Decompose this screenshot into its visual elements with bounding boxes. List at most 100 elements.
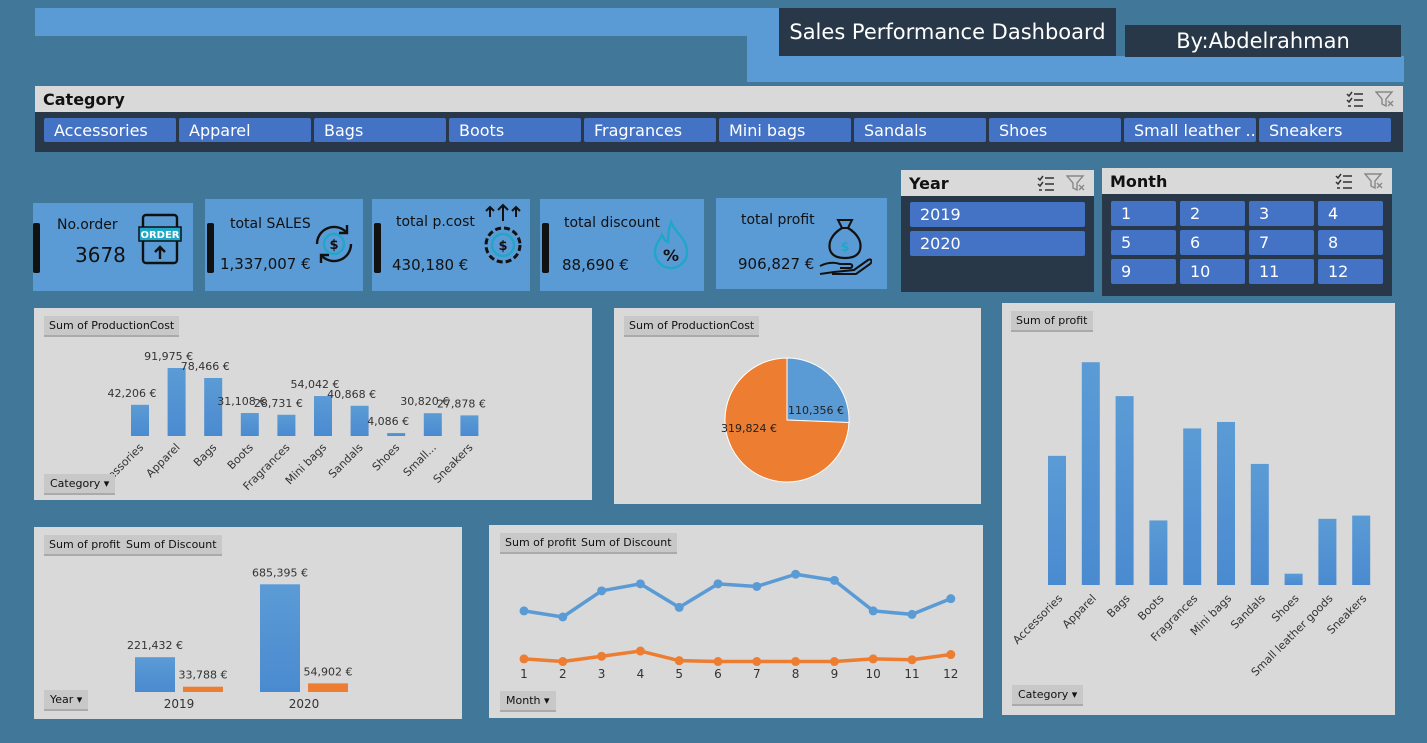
bar [1352, 515, 1371, 585]
category-button-3[interactable]: Boots [449, 118, 581, 142]
month-button-4[interactable]: 4 [1318, 201, 1383, 226]
clear-filter-icon[interactable] [1066, 174, 1086, 192]
data-point [674, 602, 684, 612]
month-button-1[interactable]: 1 [1111, 201, 1176, 226]
data-point [519, 654, 529, 664]
pcost-pie-svg: 110,356 € 319,824 € [721, 357, 850, 483]
month-slicer: Month 1 2 3 4 5 6 7 8 9 10 11 12 [1102, 168, 1392, 296]
multi-select-icon[interactable] [1334, 172, 1354, 190]
month-button-6[interactable]: 6 [1180, 230, 1245, 255]
tick-label: 10 [866, 667, 881, 681]
tick-label: Sandals [1228, 592, 1268, 632]
tick-label: 2 [559, 667, 567, 681]
tick-label: Apparel [144, 441, 183, 480]
series-line [523, 649, 952, 664]
month-button-2[interactable]: 2 [1180, 201, 1245, 226]
year-button-2019[interactable]: 2019 [910, 202, 1085, 227]
kpi-profit-label: total profit [741, 212, 815, 228]
year-axis-button[interactable]: Year ▾ [44, 690, 89, 711]
bar [1183, 428, 1202, 585]
category-axis-button[interactable]: Category ▾ [44, 474, 116, 495]
bar [460, 415, 479, 436]
bar [1217, 421, 1235, 585]
pcost-category-svg: 42,206 €Accessories91,975 €Apparel78,466… [91, 350, 486, 496]
month-button-12[interactable]: 12 [1318, 259, 1383, 284]
category-button-6[interactable]: Sandals [854, 118, 986, 142]
header-band [35, 8, 779, 36]
month-slicer-title: Month [1110, 171, 1168, 191]
month-button-7[interactable]: 7 [1249, 230, 1314, 255]
category-button-7[interactable]: Shoes [989, 118, 1121, 142]
clear-filter-icon[interactable] [1364, 172, 1384, 190]
category-button-4[interactable]: Fragrances [584, 118, 716, 142]
month-button-10[interactable]: 10 [1180, 259, 1245, 284]
tick-label: Bags [1104, 592, 1132, 620]
tick-label: Boots [1135, 592, 1166, 623]
dropdown-arrow-icon: ▾ [76, 693, 83, 706]
multi-select-icon[interactable] [1345, 90, 1365, 108]
bar [277, 414, 296, 436]
data-point [791, 569, 801, 579]
year-slicer-header: Year [901, 170, 1094, 196]
category-button-2[interactable]: Bags [314, 118, 446, 142]
data-label: 4,086 € [367, 415, 409, 428]
data-point [635, 579, 645, 589]
month-button-5[interactable]: 5 [1111, 230, 1176, 255]
year-button-2020[interactable]: 2020 [910, 231, 1085, 256]
svg-text:%: % [663, 246, 679, 265]
tick-label: Apparel [1060, 592, 1099, 631]
profit-discount-month-chart: Sum of profit Sum of Discount 1234567891… [489, 525, 983, 718]
kpi-pcost-label: total p.cost [396, 214, 475, 230]
category-slicer-title: Category [43, 89, 125, 109]
header-band-lower [747, 56, 1404, 82]
series-line [523, 572, 952, 619]
data-label: 110,356 € [788, 404, 844, 417]
tick-label: Sneakers [431, 441, 476, 486]
data-point [558, 657, 568, 667]
money-bag-hand-icon: $ [819, 219, 872, 275]
tick-label: 11 [904, 667, 919, 681]
data-label: 54,902 € [304, 665, 353, 678]
money-gear-icon: $ [484, 203, 522, 264]
month-button-9[interactable]: 9 [1111, 259, 1176, 284]
bar [350, 405, 369, 436]
axis-button-label: Category [50, 477, 101, 490]
category-button-9[interactable]: Sneakers [1259, 118, 1391, 142]
data-point [752, 657, 762, 667]
category-button-8[interactable]: Small leather ... [1124, 118, 1256, 142]
bar [308, 683, 348, 692]
category-button-5[interactable]: Mini bags [719, 118, 851, 142]
data-label: 319,824 € [721, 422, 777, 435]
author-label: By:Abdelrahman [1125, 25, 1401, 57]
data-point [713, 657, 723, 667]
bar [1115, 396, 1134, 585]
bar [260, 584, 300, 692]
month-slicer-header: Month [1102, 168, 1392, 194]
month-button-3[interactable]: 3 [1249, 201, 1314, 226]
data-label: 78,466 € [181, 360, 230, 373]
category-button-1[interactable]: Apparel [179, 118, 311, 142]
tick-label: Shoes [1269, 592, 1302, 625]
svg-text:$: $ [329, 238, 338, 253]
multi-select-icon[interactable] [1036, 174, 1056, 192]
data-label: 28,731 € [254, 397, 303, 410]
data-label: 40,868 € [327, 388, 376, 401]
dropdown-arrow-icon: ▾ [1071, 688, 1078, 701]
bar [240, 413, 259, 436]
kpi-marker [33, 223, 40, 273]
category-button-0[interactable]: Accessories [44, 118, 176, 142]
bar [1048, 455, 1066, 585]
data-point [829, 657, 839, 667]
kpi-discount-card: total discount 88,690 € % [540, 199, 704, 291]
month-axis-button[interactable]: Month ▾ [500, 691, 556, 712]
data-label: 27,878 € [437, 397, 486, 410]
clear-filter-icon[interactable] [1375, 90, 1395, 108]
month-button-11[interactable]: 11 [1249, 259, 1314, 284]
category-axis-button[interactable]: Category ▾ [1012, 685, 1084, 706]
money-cycle-icon: $ [315, 225, 353, 263]
month-button-8[interactable]: 8 [1318, 230, 1383, 255]
bar [1081, 362, 1100, 585]
tick-label: 2020 [289, 697, 320, 711]
kpi-orders-value: 3678 [75, 243, 126, 267]
kpi-pcost-value: 430,180 € [392, 256, 469, 274]
